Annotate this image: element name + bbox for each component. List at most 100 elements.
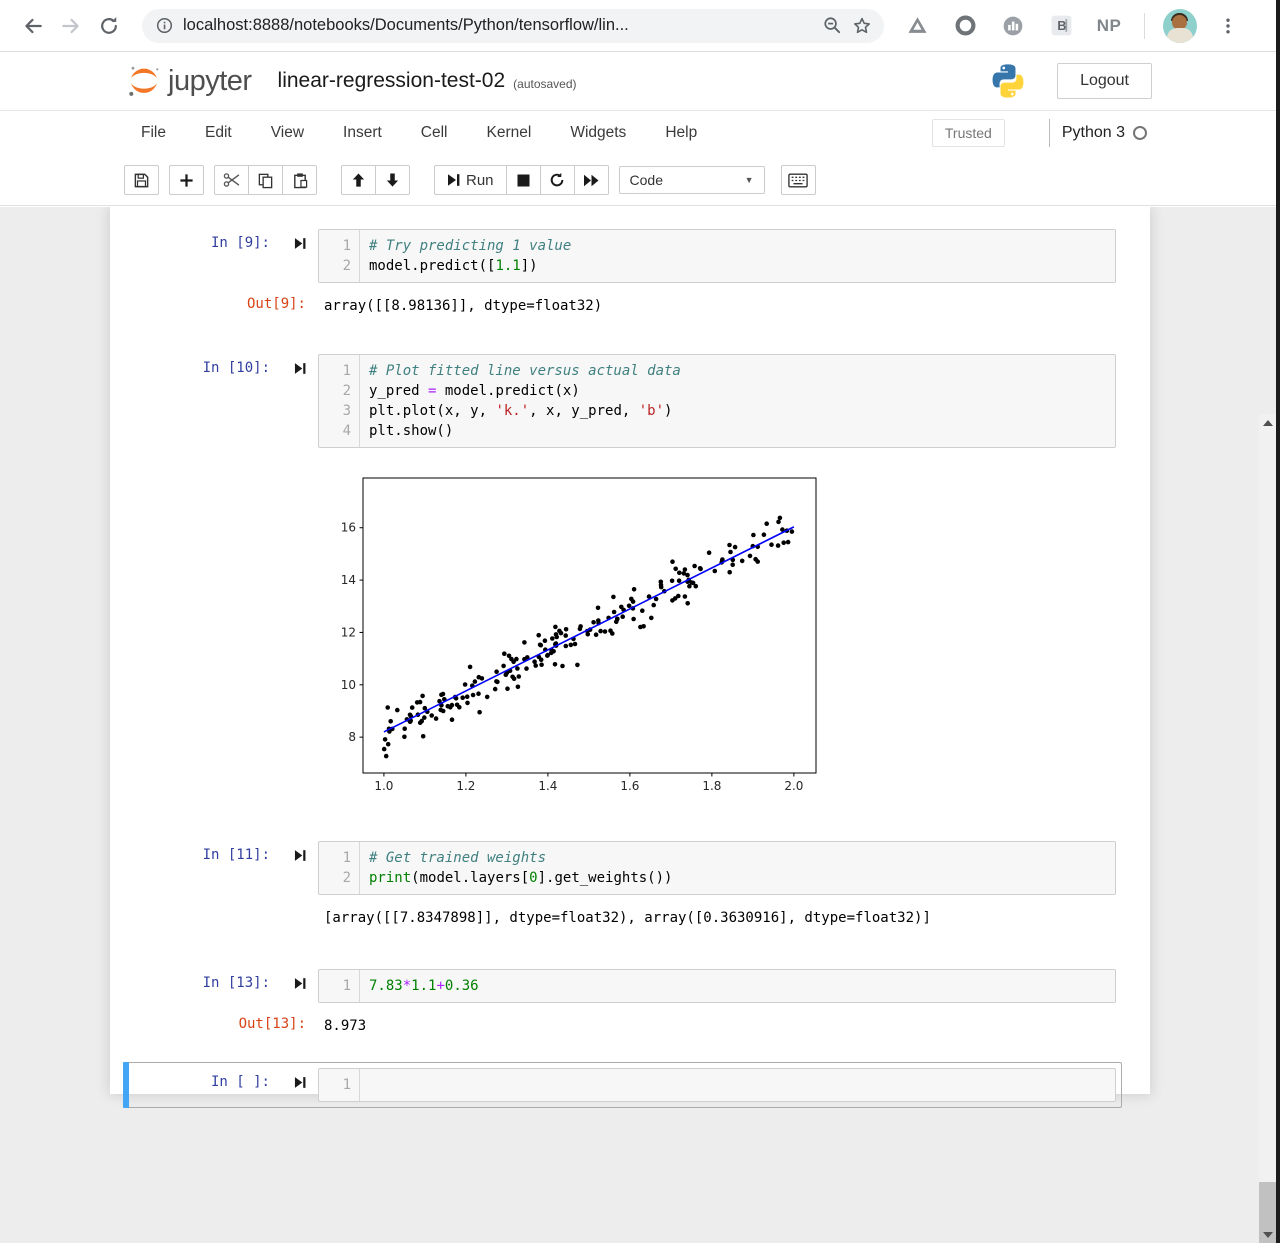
- np-extension-icon[interactable]: NP: [1092, 9, 1126, 43]
- move-cell-down-button[interactable]: [375, 165, 410, 195]
- bookmark-star-icon[interactable]: [852, 16, 872, 36]
- toolbar-divider: [1144, 13, 1145, 39]
- code-cell-empty-selected[interactable]: In [ ]: 1: [123, 1062, 1122, 1108]
- b-extension-icon[interactable]: B: [1044, 9, 1078, 43]
- cut-scissors-icon: [223, 172, 241, 188]
- svg-text:10: 10: [341, 678, 356, 692]
- run-cell-icon[interactable]: [294, 237, 306, 250]
- restart-run-all-button[interactable]: [574, 165, 609, 195]
- notebook-title[interactable]: linear-regression-test-02: [278, 69, 506, 93]
- code-cell-in10[interactable]: In [10]: 1234 # Plot fitted line versus …: [123, 348, 1122, 813]
- insert-cell-button[interactable]: [169, 165, 204, 195]
- menu-file[interactable]: File: [141, 124, 166, 142]
- python-logo-icon: [989, 62, 1027, 100]
- execute-result-text: array([[8.98136]], dtype=float32): [318, 296, 602, 316]
- svg-text:1.6: 1.6: [620, 779, 639, 793]
- code-cell-in13[interactable]: In [13]: 1 7.83*1.1+0.36 Out[13]: 8.973: [123, 963, 1122, 1042]
- code-input-area[interactable]: 12 # Get trained weightsprint(model.laye…: [318, 841, 1116, 895]
- browser-reload-button[interactable]: [90, 7, 128, 45]
- svg-text:16: 16: [341, 521, 356, 535]
- logout-button[interactable]: Logout: [1057, 63, 1152, 99]
- browser-profile-avatar[interactable]: [1163, 9, 1197, 43]
- notebook-scroll-area: In [9]: 12 # Try predicting 1 valuemodel…: [0, 207, 1280, 1243]
- paste-cell-button[interactable]: [282, 165, 317, 195]
- keyboard-icon: [788, 173, 808, 188]
- reload-icon: [98, 15, 120, 37]
- code-lines[interactable]: # Plot fitted line versus actual datay_p…: [360, 355, 1115, 447]
- cut-cell-button[interactable]: [214, 165, 249, 195]
- menu-cell[interactable]: Cell: [421, 124, 448, 142]
- cell-type-dropdown[interactable]: Code ▼: [619, 166, 765, 194]
- code-lines[interactable]: [360, 1069, 1115, 1101]
- scrollbar-up-button[interactable]: [1259, 414, 1276, 431]
- zoom-out-icon[interactable]: [823, 16, 842, 35]
- run-cell-icon[interactable]: [294, 849, 306, 862]
- copy-cell-button[interactable]: [248, 165, 283, 195]
- menu-edit[interactable]: Edit: [205, 124, 232, 142]
- run-cell-icon[interactable]: [294, 977, 306, 990]
- output-prompt-empty: [129, 908, 318, 914]
- code-lines[interactable]: # Get trained weightsprint(model.layers[…: [360, 842, 1115, 894]
- command-palette-button[interactable]: [781, 165, 816, 195]
- autosave-status: (autosaved): [513, 71, 576, 91]
- page-info-icon[interactable]: [156, 17, 173, 34]
- jupyter-logo-icon[interactable]: [126, 63, 162, 99]
- jupyter-header: jupyter linear-regression-test-02 (autos…: [0, 52, 1280, 111]
- line-numbers: 1234: [319, 355, 360, 447]
- run-button[interactable]: Run: [434, 165, 507, 195]
- browser-forward-button[interactable]: [52, 7, 90, 45]
- drive-extension-icon[interactable]: [900, 9, 934, 43]
- triangle-down-icon: [1263, 1232, 1273, 1238]
- input-prompt: In [ ]:: [129, 1068, 318, 1090]
- restart-kernel-button[interactable]: [540, 165, 575, 195]
- svg-text:14: 14: [341, 573, 356, 587]
- code-input-area[interactable]: 1234 # Plot fitted line versus actual da…: [318, 354, 1116, 448]
- code-input-area[interactable]: 1: [318, 1068, 1116, 1102]
- execute-result-text: 8.973: [318, 1016, 366, 1036]
- run-cell-icon[interactable]: [294, 1076, 306, 1089]
- menu-help[interactable]: Help: [665, 124, 697, 142]
- browser-back-button[interactable]: [14, 7, 52, 45]
- move-cell-up-button[interactable]: [341, 165, 376, 195]
- trusted-notebook-button[interactable]: Trusted: [932, 119, 1005, 147]
- vertical-scrollbar[interactable]: [1259, 414, 1276, 1243]
- run-cell-icon[interactable]: [294, 362, 306, 375]
- notebook-toolbar: Run Code ▼: [0, 155, 1280, 206]
- svg-text:1.0: 1.0: [374, 779, 393, 793]
- menu-insert[interactable]: Insert: [343, 124, 382, 142]
- code-input-area[interactable]: 12 # Try predicting 1 valuemodel.predict…: [318, 229, 1116, 283]
- menu-widgets[interactable]: Widgets: [570, 124, 626, 142]
- code-input-area[interactable]: 1 7.83*1.1+0.36: [318, 969, 1116, 1003]
- interrupt-kernel-button[interactable]: [506, 165, 541, 195]
- scrollbar-down-button[interactable]: [1259, 1226, 1276, 1243]
- browser-extensions: B NP: [900, 9, 1245, 43]
- back-arrow-icon: [22, 15, 44, 37]
- notebook-container: In [9]: 12 # Try predicting 1 valuemodel…: [110, 207, 1150, 1094]
- menu-view[interactable]: View: [271, 124, 304, 142]
- analytics-extension-icon[interactable]: [996, 9, 1030, 43]
- code-cell-in9[interactable]: In [9]: 12 # Try predicting 1 valuemodel…: [123, 223, 1122, 322]
- line-numbers: 12: [319, 842, 360, 894]
- code-cell-in11[interactable]: In [11]: 12 # Get trained weightsprint(m…: [123, 835, 1122, 934]
- copy-icon: [257, 172, 274, 189]
- browser-menu-button[interactable]: [1211, 9, 1245, 43]
- save-button[interactable]: [124, 165, 159, 195]
- code-lines[interactable]: # Try predicting 1 valuemodel.predict([1…: [360, 230, 1115, 282]
- circle-extension-icon[interactable]: [948, 9, 982, 43]
- input-prompt: In [13]:: [129, 969, 318, 991]
- menu-kernel[interactable]: Kernel: [487, 124, 532, 142]
- restart-icon: [549, 172, 565, 188]
- kernel-idle-icon: [1133, 126, 1147, 140]
- kebab-menu-icon: [1219, 17, 1237, 35]
- url-text[interactable]: localhost:8888/notebooks/Documents/Pytho…: [183, 16, 813, 35]
- run-icon: [447, 173, 460, 187]
- code-lines[interactable]: 7.83*1.1+0.36: [360, 970, 1115, 1002]
- svg-text:1.4: 1.4: [538, 779, 557, 793]
- browser-address-bar[interactable]: localhost:8888/notebooks/Documents/Pytho…: [142, 9, 884, 43]
- input-prompt: In [11]:: [129, 841, 318, 863]
- line-numbers: 1: [319, 1069, 360, 1101]
- paste-icon: [292, 172, 308, 189]
- svg-text:2.0: 2.0: [784, 779, 803, 793]
- jupyter-wordmark[interactable]: jupyter: [168, 65, 252, 98]
- input-prompt: In [9]:: [129, 229, 318, 251]
